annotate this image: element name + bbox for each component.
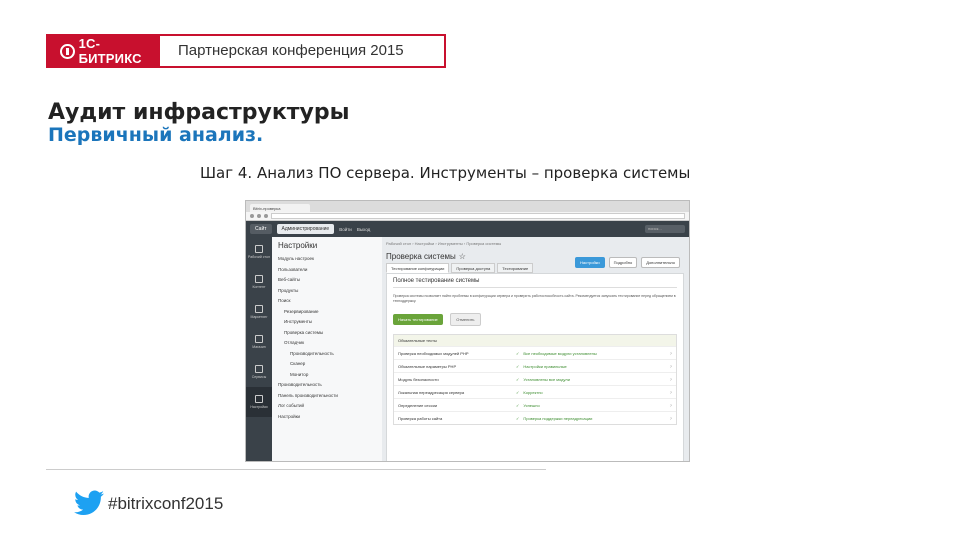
step-caption: Шаг 4. Анализ ПО сервера. Инструменты – … [200,164,691,182]
rail-item-services[interactable]: Сервисы [246,357,272,387]
browser-tab-strip: Bitrix-проверка [246,201,689,212]
reload-icon[interactable] [264,214,268,218]
bitrix-logo: 1С-БИТРИКС [46,34,160,68]
panel-description: Проверка системы позволяет найти проблем… [393,294,676,303]
services-icon [255,365,263,373]
settings-button[interactable]: Настройки [575,257,605,268]
rail-item-content[interactable]: Контент [246,267,272,297]
slide: 1С-БИТРИКС Партнерская конференция 2015 … [0,0,960,540]
back-icon[interactable] [250,214,254,218]
rail-item-marketing[interactable]: Маркетинг [246,297,272,327]
tree-item[interactable]: Модуль настроек [278,254,376,265]
check-icon: ✓ [516,376,520,382]
info-icon[interactable]: ? [664,403,672,408]
tree-item[interactable]: Резервирование [278,307,376,318]
tab-config-test[interactable]: Тестирование конфигурации [386,263,450,273]
address-bar[interactable] [271,213,685,219]
table-row: Проверка работы сайта ✓ Проверка поддержки… [394,411,676,424]
tree-item[interactable]: Производительность [278,349,376,360]
admin-search-input[interactable]: поиск... [645,225,685,233]
tree-item[interactable]: Поиск [278,296,376,307]
browser-tab[interactable]: Bitrix-проверка [250,204,310,212]
bitrix-logo-icon [60,43,75,59]
tree-item[interactable]: Производительность [278,380,376,391]
breadcrumb: Рабочий стол › Настройки › Инструменты ›… [386,241,502,246]
cancel-button[interactable]: Отменить [450,313,481,326]
conference-hashtag: #bitrixconf2015 [108,494,224,513]
tab-testing[interactable]: Тестирование [497,263,534,273]
info-icon[interactable]: ? [664,390,672,395]
rail-item-shop[interactable]: Магазин [246,327,272,357]
check-icon: ✓ [516,363,520,369]
star-icon[interactable]: ☆ [459,252,466,261]
tree-item[interactable]: Продукты [278,286,376,297]
tree-title: Настройки [278,241,318,250]
tree-item[interactable]: Монитор [278,370,376,381]
conference-banner: 1С-БИТРИКС Партнерская конференция 2015 [46,34,446,68]
tree-item[interactable]: Пользователи [278,265,376,276]
check-icon: ✓ [516,415,520,421]
logo-text: 1С-БИТРИКС [78,36,142,66]
chart-icon [255,305,263,313]
rail-item-settings[interactable]: Настройки [246,387,272,417]
main-content: Рабочий стол › Настройки › Инструменты ›… [386,241,684,461]
check-icon: ✓ [516,389,520,395]
more-button[interactable]: Дополнительно [641,257,680,268]
footer-divider [46,469,546,470]
tree-item[interactable]: Отладчик [278,338,376,349]
tree-item[interactable]: Инструменты [278,317,376,328]
gear-icon [255,395,263,403]
check-icon: ✓ [516,350,520,356]
browser-toolbar [246,212,689,221]
table-row: Локальная переадресация сервера ✓ Корректн… [394,385,676,398]
panel-title: Полное тестирование системы [393,278,677,288]
tree-item[interactable]: Проверка системы [278,328,376,339]
settings-tree: Настройки Модуль настроек Пользователи В… [272,237,382,461]
table-row: Проверка необходимых модулей PHP ✓ Все нео… [394,346,676,359]
check-icon: ✓ [516,402,520,408]
admin-bar-item[interactable]: Выход [357,227,370,232]
forward-icon[interactable] [257,214,261,218]
start-test-button[interactable]: Начать тестирование [393,314,443,325]
header-buttons: Настройки Подробно Дополнительно [575,257,680,268]
home-icon [255,245,263,253]
tree-item[interactable]: Веб-сайты [278,275,376,286]
left-rail: Рабочий стол Контент Маркетинг Магазин С… [246,237,272,461]
cart-icon [255,335,263,343]
info-icon[interactable]: ? [664,351,672,356]
tree-item[interactable]: Лог событий [278,401,376,412]
document-icon [255,275,263,283]
results-table: Обязательные тесты Проверка необходимых … [393,334,677,425]
test-panel: Полное тестирование системы Проверка сис… [386,273,684,461]
table-row: Определение сессии ✓ Успешно? [394,398,676,411]
tab-access-check[interactable]: Проверка доступа [451,263,496,273]
details-button[interactable]: Подробно [608,257,638,268]
info-icon[interactable]: ? [664,364,672,369]
conference-title: Партнерская конференция 2015 [178,42,404,59]
slide-subtitle: Первичный анализ. [48,124,264,146]
tree-item[interactable]: Сканер [278,359,376,370]
rail-item-desktop[interactable]: Рабочий стол [246,237,272,267]
table-row: Модуль безопасности ✓ Установлены все моду… [394,372,676,385]
admin-panel-bar: Сайт Администрирование Войти Выход поиск… [246,221,689,237]
info-icon[interactable]: ? [664,416,672,421]
table-row: Обязательные параметры PHP ✓ Настройки пра… [394,359,676,372]
tree-item[interactable]: Настройки [278,412,376,423]
admin-bar-item[interactable]: Войти [339,227,352,232]
tree-item[interactable]: Панель производительности [278,391,376,402]
admin-button[interactable]: Администрирование [276,224,335,234]
bitrix-admin-screenshot: Bitrix-проверка Сайт Администрирование В… [245,200,690,462]
results-header: Обязательные тесты [394,335,676,346]
site-button[interactable]: Сайт [250,224,272,234]
slide-title: Аудит инфраструктуры [48,100,350,125]
info-icon[interactable]: ? [664,377,672,382]
twitter-icon [74,490,104,515]
